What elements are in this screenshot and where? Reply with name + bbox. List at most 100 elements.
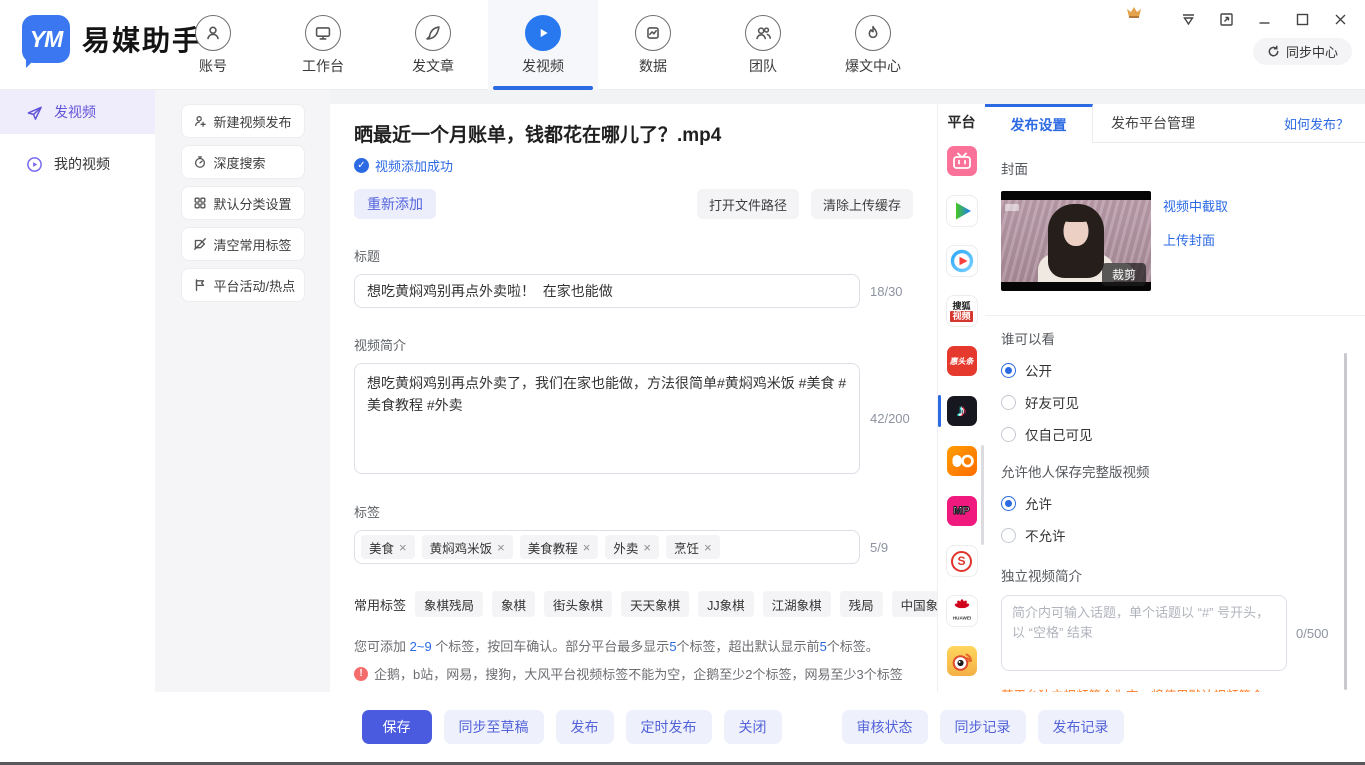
- screenshot-icon[interactable]: [1215, 8, 1237, 30]
- status-text: 视频添加成功: [375, 156, 453, 175]
- platform-activity-button[interactable]: 平台活动/热点: [182, 269, 304, 301]
- close-button-bottom[interactable]: 关闭: [724, 710, 782, 744]
- platform-scrollbar[interactable]: [981, 445, 984, 545]
- common-tag-chip[interactable]: 街头象棋: [544, 591, 612, 617]
- platform-icon-sohu-video[interactable]: 搜狐 视频: [947, 296, 977, 326]
- tab-platform-management[interactable]: 发布平台管理: [1093, 104, 1213, 142]
- platform-icon-meipai[interactable]: MP: [947, 496, 977, 526]
- cover-figure-fringe: [1062, 211, 1091, 222]
- platform-icon-weibo[interactable]: [947, 646, 977, 676]
- remove-tag-icon[interactable]: ×: [704, 540, 712, 555]
- schedule-publish-button[interactable]: 定时发布: [626, 710, 712, 744]
- common-tag-chip[interactable]: 天天象棋: [621, 591, 689, 617]
- radio-label: 允许: [1025, 493, 1052, 513]
- platform-icon-haokan-video[interactable]: [947, 246, 977, 276]
- platform-icon-douyin[interactable]: ♪: [947, 396, 977, 426]
- cover-watermark: [1005, 204, 1019, 211]
- tags-field-row: 美食× 黄焖鸡米饭× 美食教程× 外卖× 烹饪× 5/9: [354, 530, 913, 564]
- refresh-icon: [1267, 45, 1280, 58]
- common-tag-chip[interactable]: JJ象棋: [698, 591, 754, 617]
- nav-item-team[interactable]: 团队: [708, 0, 818, 90]
- play-circle-icon: [26, 156, 43, 173]
- common-tags-row: 常用标签 象棋残局 象棋 街头象棋 天天象棋 JJ象棋 江湖象棋 残局 中国象棋: [354, 591, 913, 617]
- review-status-button[interactable]: 审核状态: [842, 710, 928, 744]
- boss-key-icon[interactable]: [1177, 8, 1199, 30]
- sync-center-button[interactable]: 同步中心: [1253, 38, 1352, 65]
- crop-button[interactable]: 裁剪: [1102, 263, 1146, 286]
- radio-label: 公开: [1025, 360, 1052, 380]
- selected-platform-indicator: [938, 395, 941, 427]
- stopwatch-icon: [193, 155, 207, 169]
- nav-item-workbench[interactable]: 工作台: [268, 0, 378, 90]
- common-tag-chip[interactable]: 象棋: [492, 591, 535, 617]
- visibility-option-private[interactable]: 仅自己可见: [1001, 424, 1349, 444]
- radio-selected-icon[interactable]: [1001, 363, 1016, 378]
- minimize-button[interactable]: [1253, 8, 1275, 30]
- nav-item-post-video[interactable]: 发视频: [488, 0, 598, 90]
- common-tag-chip[interactable]: 江湖象棋: [763, 591, 831, 617]
- tag-text: 外卖: [613, 538, 638, 557]
- common-tag-chip[interactable]: 象棋残局: [415, 591, 483, 617]
- tags-input[interactable]: 美食× 黄焖鸡米饭× 美食教程× 外卖× 烹饪×: [354, 530, 860, 564]
- tag-text: 美食教程: [528, 538, 578, 557]
- remove-tag-icon[interactable]: ×: [399, 540, 407, 555]
- platform-icon-tencent-video[interactable]: [947, 196, 977, 226]
- platform-column-label: 平台: [948, 112, 976, 132]
- independent-desc-textarea[interactable]: [1001, 595, 1287, 671]
- how-to-publish-link[interactable]: 如何发布？: [1284, 104, 1365, 142]
- sidebar-item-post-video[interactable]: 发视频: [0, 90, 155, 134]
- platform-icon-bilibili[interactable]: [947, 146, 977, 176]
- desc-textarea[interactable]: 想吃黄焖鸡别再点外卖了，我们在家也能做，方法很简单#黄焖鸡米饭 #美食 #美食教…: [354, 363, 860, 474]
- title-input[interactable]: [354, 274, 860, 308]
- radio-selected-icon[interactable]: [1001, 496, 1016, 511]
- clear-common-tags-button[interactable]: 清空常用标签: [182, 228, 304, 260]
- maximize-button[interactable]: [1291, 8, 1313, 30]
- default-category-button[interactable]: 默认分类设置: [182, 187, 304, 219]
- allow-save-option-allow[interactable]: 允许: [1001, 493, 1349, 513]
- cover-thumbnail[interactable]: 裁剪: [1001, 191, 1151, 291]
- sync-to-draft-button[interactable]: 同步至草稿: [444, 710, 544, 744]
- save-button[interactable]: 保存: [362, 710, 432, 744]
- visibility-option-public[interactable]: 公开: [1001, 360, 1349, 380]
- app-window: YM 易媒助手 账号 工作台 发文章: [0, 0, 1365, 765]
- remove-tag-icon[interactable]: ×: [497, 540, 505, 555]
- file-actions-right: 打开文件路径 清除上传缓存: [697, 189, 913, 219]
- radio-icon[interactable]: [1001, 395, 1016, 410]
- remove-tag-icon[interactable]: ×: [583, 540, 591, 555]
- nav-item-post-article[interactable]: 发文章: [378, 0, 488, 90]
- right-panel-scrollbar[interactable]: [1344, 353, 1347, 690]
- capture-from-video-link[interactable]: 视频中截取: [1163, 196, 1228, 215]
- radio-icon[interactable]: [1001, 528, 1016, 543]
- close-button[interactable]: [1329, 8, 1351, 30]
- allow-save-option-deny[interactable]: 不允许: [1001, 525, 1349, 545]
- nav-item-account[interactable]: 账号: [158, 0, 268, 90]
- common-tag-chip[interactable]: 残局: [840, 591, 883, 617]
- visibility-option-friends[interactable]: 好友可见: [1001, 392, 1349, 412]
- platform-icon-sogou[interactable]: S: [947, 546, 977, 576]
- sync-records-button[interactable]: 同步记录: [940, 710, 1026, 744]
- deep-search-button[interactable]: 深度搜索: [182, 146, 304, 178]
- platform-icon-kuaishou[interactable]: [947, 446, 977, 476]
- team-icon: [745, 15, 781, 51]
- nav-item-hot-center[interactable]: 爆文中心: [818, 0, 928, 90]
- sidebar-item-label: 我的视频: [54, 154, 110, 174]
- new-video-publish-button[interactable]: 新建视频发布: [182, 105, 304, 137]
- remove-tag-icon[interactable]: ×: [643, 540, 651, 555]
- clear-upload-cache-button[interactable]: 清除上传缓存: [811, 189, 913, 219]
- open-file-path-button[interactable]: 打开文件路径: [697, 189, 799, 219]
- tab-publish-settings[interactable]: 发布设置: [985, 104, 1093, 143]
- radio-icon[interactable]: [1001, 427, 1016, 442]
- upload-cover-link[interactable]: 上传封面: [1163, 230, 1228, 249]
- top-nav: 账号 工作台 发文章 发视频: [158, 0, 928, 90]
- cover-row: 裁剪 视频中截取 上传封面: [1001, 191, 1349, 291]
- sogou-icon: S: [951, 551, 972, 572]
- sidebar-item-my-videos[interactable]: 我的视频: [0, 142, 155, 186]
- platform-icon-huitoutiao[interactable]: 惠头条: [947, 346, 977, 376]
- button-label: 默认分类设置: [214, 194, 292, 213]
- readd-video-button[interactable]: 重新添加: [354, 189, 436, 219]
- publish-button[interactable]: 发布: [556, 710, 614, 744]
- platform-icon-huawei[interactable]: HUAWEI: [947, 596, 977, 626]
- nav-item-data[interactable]: 数据: [598, 0, 708, 90]
- desc-field-label: 视频简介: [354, 335, 913, 354]
- publish-records-button[interactable]: 发布记录: [1038, 710, 1124, 744]
